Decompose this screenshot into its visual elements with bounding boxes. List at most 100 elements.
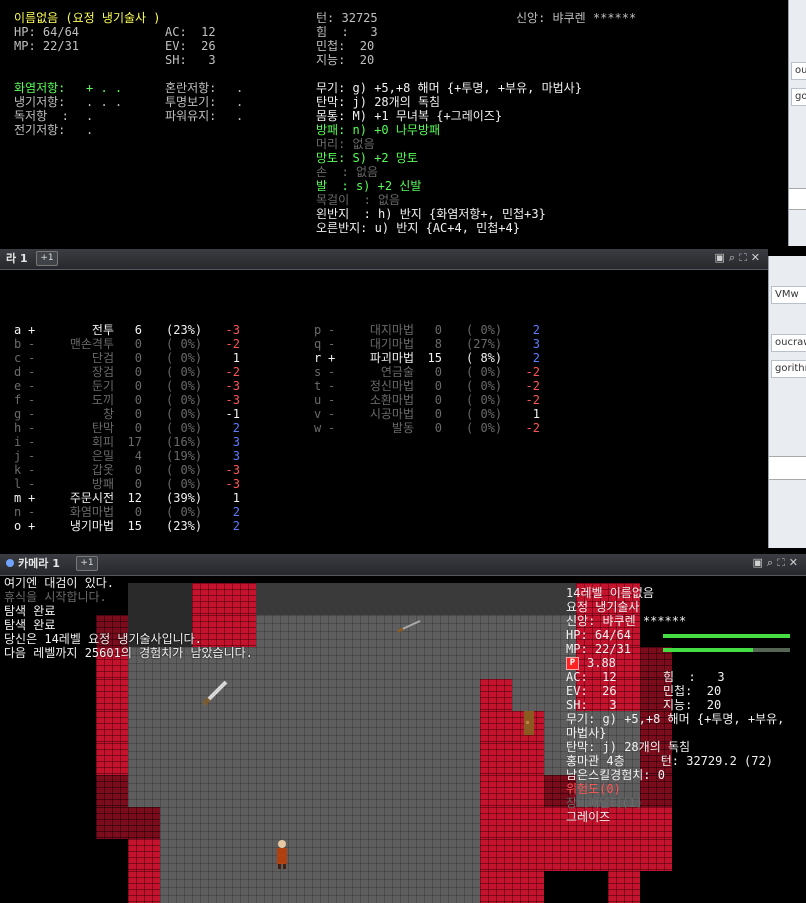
wall-tile — [128, 807, 160, 839]
window-controls[interactable]: ▣⌕⛶✕ — [715, 251, 765, 265]
skill-progress: ( 0%) — [466, 323, 503, 337]
skill-level: 0 — [434, 393, 442, 407]
skill-key: u — [314, 393, 322, 407]
panel-titlebar[interactable]: 라 1 +1 ▣⌕⛶✕ — [0, 249, 768, 270]
skill-toggle: - — [328, 365, 336, 379]
layout-icon[interactable]: ▣ — [753, 556, 767, 569]
wall-tile — [608, 839, 640, 871]
floor-tile — [256, 583, 288, 615]
floor-tile — [160, 583, 192, 615]
skill-progress: ( 0%) — [466, 421, 503, 435]
floor-tile — [384, 839, 416, 871]
floor-tile — [384, 647, 416, 679]
search-icon[interactable]: ⌕ — [729, 251, 739, 264]
resist-value: . . . — [86, 95, 123, 109]
panel-title: 라 1 — [6, 252, 28, 265]
add-view-button[interactable]: +1 — [36, 251, 58, 266]
equipment-slot: 탄막: j) 28개의 독침 — [316, 95, 441, 109]
greatsword-icon[interactable] — [200, 678, 230, 712]
panel-titlebar[interactable]: 카메라 1 +1 ▣⌕⛶✕ — [0, 554, 806, 576]
floor-tile — [288, 679, 320, 711]
wall-tile — [480, 711, 512, 743]
layout-icon[interactable]: ▣ — [715, 251, 729, 264]
sb-power: 3.88 — [587, 656, 616, 670]
skill-progress: ( 0%) — [466, 393, 503, 407]
wall-tile — [640, 839, 672, 871]
skill-name: 소환마법 — [369, 393, 414, 407]
skill-key: v — [314, 407, 322, 421]
floor-tile — [224, 839, 256, 871]
dagger-icon[interactable] — [396, 619, 422, 637]
floor-tile — [448, 871, 480, 903]
resist-label: 독저항 : — [14, 109, 69, 123]
search-icon[interactable]: ⌕ — [767, 556, 777, 569]
skill-aptitude: -1 — [225, 407, 240, 421]
side-tab[interactable]: gori — [791, 88, 806, 106]
floor-tile — [256, 743, 288, 775]
dungeon-map[interactable] — [8, 583, 672, 903]
floor-tile — [416, 711, 448, 743]
skill-progress: ( 8%) — [466, 351, 503, 365]
floor-tile — [352, 871, 384, 903]
expand-icon[interactable]: ⛶ — [777, 556, 789, 569]
floor-tile — [416, 679, 448, 711]
skill-name: 파괴마법 — [369, 351, 414, 365]
skill-key: o — [14, 519, 22, 533]
skill-toggle: - — [28, 393, 36, 407]
skill-toggle: - — [28, 463, 36, 477]
skill-aptitude: -2 — [525, 421, 540, 435]
side-tab[interactable]: oucraw — [771, 334, 806, 352]
skill-key: k — [14, 463, 22, 477]
side-tab[interactable]: VMw — [771, 286, 806, 304]
wall-tile — [608, 871, 640, 903]
wall-tile — [96, 775, 128, 807]
skill-key: h — [14, 421, 22, 435]
wall-tile — [224, 615, 256, 647]
close-icon[interactable]: ✕ — [789, 556, 802, 569]
side-tab[interactable]: gorithm — [771, 360, 806, 378]
skill-level: 0 — [434, 407, 442, 421]
sb-danger: 위험도(0) — [566, 782, 621, 796]
skill-progress: ( 0%) — [466, 379, 503, 393]
window-controls[interactable]: ▣⌕⛶✕ — [753, 556, 803, 570]
skill-toggle: - — [28, 365, 36, 379]
player-icon[interactable] — [273, 838, 291, 874]
skill-level: 15 — [427, 351, 442, 365]
floor-tile — [192, 775, 224, 807]
add-view-button[interactable]: +1 — [76, 556, 98, 571]
floor-tile — [320, 807, 352, 839]
floor-tile — [320, 615, 352, 647]
skill-key: m — [14, 491, 22, 505]
floor-tile — [320, 647, 352, 679]
floor-tile — [256, 807, 288, 839]
door-icon[interactable] — [522, 709, 536, 741]
char-sh: SH: 3 — [165, 53, 216, 67]
skill-level: 0 — [134, 365, 142, 379]
floor-tile — [512, 679, 544, 711]
skill-level: 0 — [134, 407, 142, 421]
sb-species: 요정 냉기술사 — [566, 600, 640, 614]
close-icon[interactable]: ✕ — [751, 251, 764, 264]
skill-toggle: + — [28, 323, 36, 337]
floor-tile — [288, 839, 320, 871]
floor-tile — [512, 615, 544, 647]
camera-dot-icon — [6, 559, 14, 567]
skill-aptitude: 3 — [232, 449, 240, 463]
wall-tile — [480, 871, 512, 903]
floor-tile — [352, 711, 384, 743]
expand-icon[interactable]: ⛶ — [739, 251, 751, 264]
sb-int: 지능: 20 — [663, 698, 722, 712]
resist-value: . — [236, 81, 244, 95]
skill-toggle: - — [28, 477, 36, 491]
skill-level: 0 — [134, 351, 142, 365]
skill-progress: (23%) — [166, 519, 203, 533]
skill-key: w — [314, 421, 322, 435]
floor-tile — [384, 679, 416, 711]
skill-progress: ( 0%) — [166, 337, 203, 351]
floor-tile — [288, 775, 320, 807]
mp-bar — [663, 648, 790, 652]
side-tab[interactable]: oucr — [791, 62, 806, 80]
char-ac: AC: 12 — [165, 25, 216, 39]
skill-key: r — [314, 351, 322, 365]
skill-toggle: - — [328, 337, 336, 351]
